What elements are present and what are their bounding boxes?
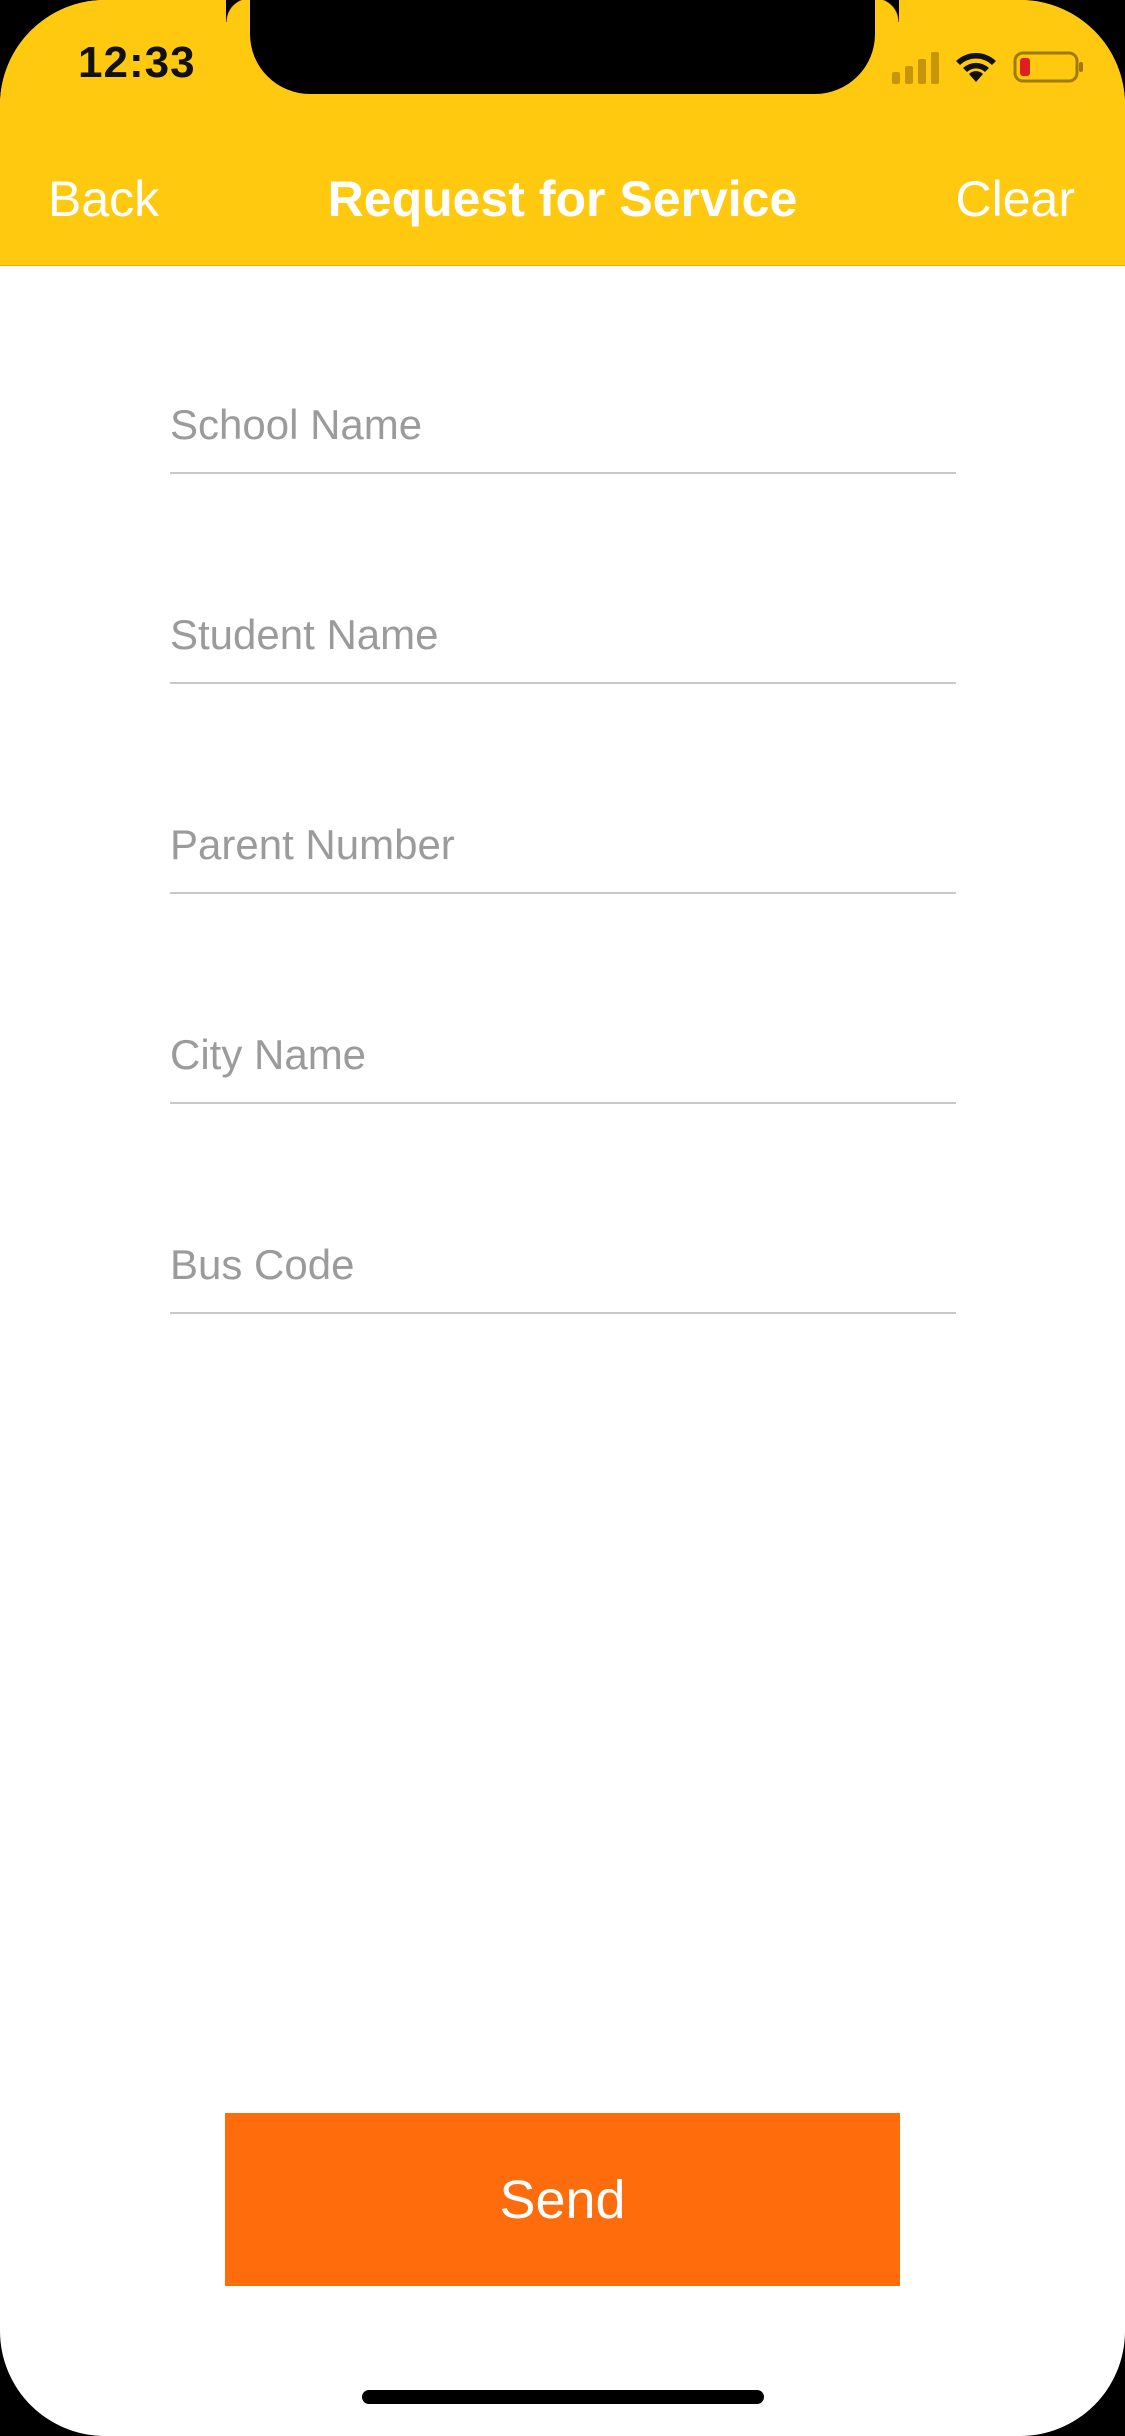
bus-code-field — [170, 1220, 956, 1430]
field-underline — [170, 1102, 956, 1104]
send-button[interactable]: Send — [225, 2113, 900, 2286]
school-name-input[interactable] — [170, 380, 956, 470]
city-name-field — [170, 1010, 956, 1220]
navigation-bar: Back Request for Service Clear — [0, 160, 1125, 240]
field-underline — [170, 682, 956, 684]
status-icons — [892, 50, 1085, 84]
service-request-form — [170, 380, 956, 1430]
app-screen: 12:33 Back Request for Service Clear Sch… — [0, 0, 1125, 2436]
status-time: 12:33 — [78, 38, 196, 87]
field-underline — [170, 1312, 956, 1314]
cellular-signal-icon — [892, 50, 939, 84]
field-underline — [170, 472, 956, 474]
bus-code-input[interactable] — [170, 1220, 956, 1310]
home-indicator[interactable] — [362, 2390, 764, 2404]
student-name-field — [170, 590, 956, 800]
wifi-icon — [956, 53, 996, 82]
parent-number-input[interactable] — [170, 800, 956, 890]
clear-button[interactable]: Clear — [956, 170, 1075, 228]
header-bar: 12:33 Back Request for Service Clear — [0, 0, 1125, 266]
student-name-input[interactable] — [170, 590, 956, 680]
parent-number-field — [170, 800, 956, 1010]
battery-low-icon — [1013, 51, 1083, 83]
school-name-field — [170, 380, 956, 590]
field-underline — [170, 892, 956, 894]
device-notch — [250, 0, 899, 94]
city-name-input[interactable] — [170, 1010, 956, 1100]
